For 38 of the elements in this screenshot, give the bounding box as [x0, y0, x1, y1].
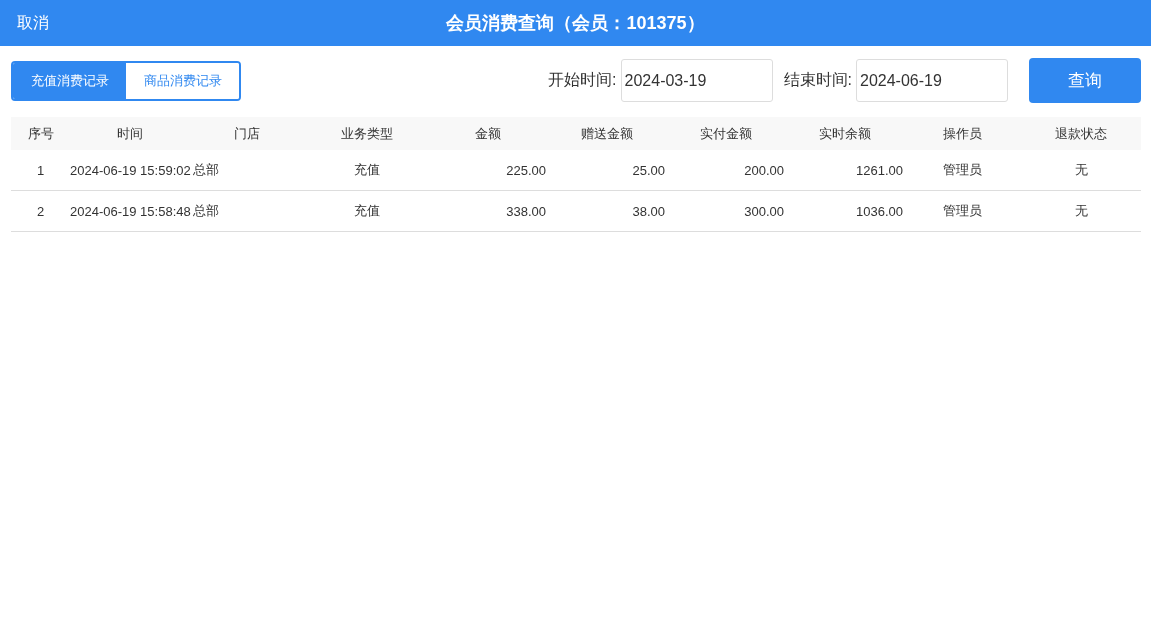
column-header: 时间 [115, 124, 144, 143]
table-cell-text: 管理员 [942, 202, 983, 220]
table-cell-text: 总部 [192, 202, 220, 220]
table-cell: 2024-06-19 15:58:48 [70, 203, 189, 219]
table-cell-text: 225.00 [505, 162, 547, 178]
table-cell-text: 1 [35, 162, 46, 178]
table-cell-text: 无 [1073, 161, 1089, 179]
table-cell-text: 25.00 [631, 162, 666, 178]
column-header: 退款状态 [1054, 124, 1108, 143]
start-date-field[interactable]: 2024-03-19 [620, 59, 773, 102]
table-cell-text: 300.00 [743, 203, 785, 219]
column-header: 操作员 [942, 124, 983, 143]
column-header: 赠送金额 [579, 124, 634, 143]
record-tab[interactable]: 充值消费记录 [13, 62, 126, 99]
table-cell-text: 管理员 [942, 161, 983, 179]
end-time-label: 结束时间: [783, 70, 852, 90]
column-header: 实付金额 [698, 124, 753, 143]
table-cell-text: 2 [35, 203, 46, 219]
query-button[interactable]: 查询 [1029, 58, 1141, 103]
page-title: 会员消费查询（会员：101375） [446, 12, 705, 35]
table-cell-text: 充值 [353, 161, 381, 179]
column-header: 金额 [474, 124, 502, 143]
table-cell-text: 1261.00 [855, 162, 904, 178]
column-header: 序号 [26, 124, 55, 143]
table-cell-text: 1036.00 [855, 203, 904, 219]
table-cell-text: 200.00 [743, 162, 785, 178]
cancel-button[interactable]: 取消 [17, 12, 49, 34]
table-cell-text: 总部 [192, 161, 220, 179]
table-cell-text: 无 [1073, 202, 1089, 220]
table-cell: 2024-06-19 15:59:02 [70, 162, 189, 178]
start-time-label: 开始时间: [548, 70, 617, 90]
end-date-field[interactable]: 2024-06-19 [856, 59, 1008, 102]
column-header: 实时余额 [817, 124, 872, 143]
table-cell-text: 充值 [353, 202, 381, 220]
table-cell-text: 338.00 [505, 203, 547, 219]
column-header: 门店 [233, 124, 261, 143]
table-cell-text: 38.00 [631, 203, 666, 219]
column-header: 业务类型 [340, 124, 394, 143]
